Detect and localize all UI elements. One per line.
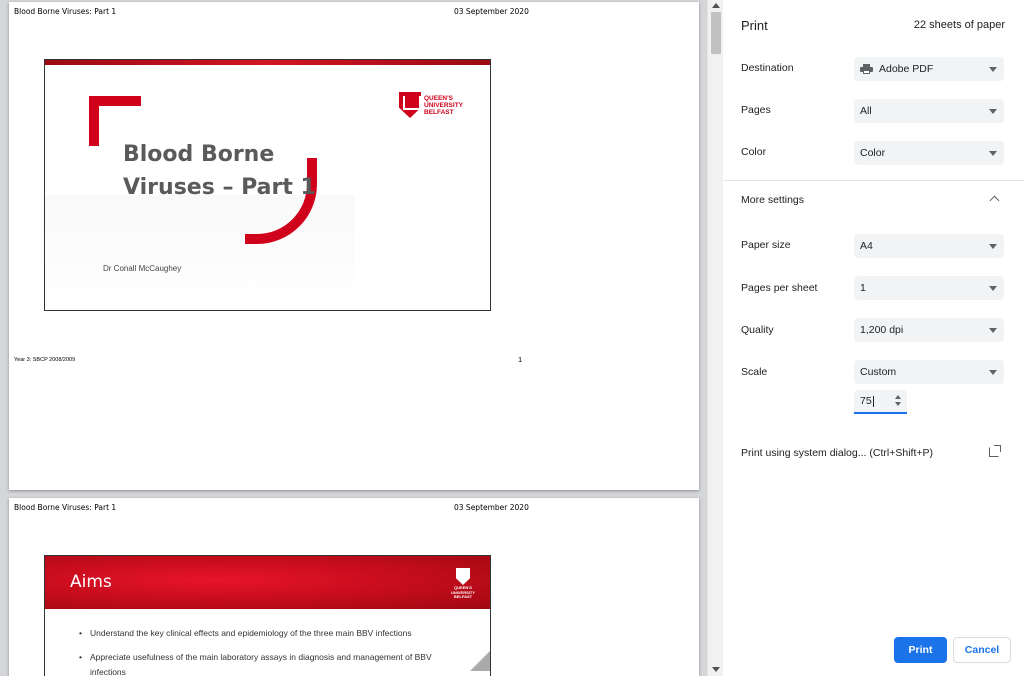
sheet-count: 22 sheets of paper xyxy=(913,19,1005,31)
panel-title: Print xyxy=(741,18,768,33)
scale-label: Scale xyxy=(741,366,768,378)
page-header-title: Blood Borne Viruses: Part 1 xyxy=(14,7,117,16)
slide-top-bar xyxy=(45,60,490,65)
logo-line-2: UNIVERSITY xyxy=(424,101,464,109)
slide-author: Dr Conall McCaughey xyxy=(103,264,182,273)
quality-value: 1,200 dpi xyxy=(860,324,904,336)
more-settings-toggle[interactable]: More settings xyxy=(741,194,804,206)
chevron-down-icon xyxy=(989,109,997,114)
destination-select[interactable]: Adobe PDF xyxy=(854,57,1004,81)
scroll-down-arrow-icon[interactable] xyxy=(712,667,720,672)
pages-value: All xyxy=(860,105,872,117)
chevron-down-icon xyxy=(989,151,997,156)
pages-per-sheet-label: Pages per sheet xyxy=(741,282,818,294)
slide-title: Blood Borne Viruses – Part 1 xyxy=(123,138,316,204)
scroll-thumb[interactable] xyxy=(711,12,721,54)
bullet-item: Understand the key clinical effects and … xyxy=(79,626,459,641)
scale-value: Custom xyxy=(860,366,897,378)
page-header-date: 03 September 2020 xyxy=(454,503,529,512)
chevron-down-icon xyxy=(989,328,997,333)
bullet-list: Understand the key clinical effects and … xyxy=(79,626,459,676)
logo-text: QUEEN'S UNIVERSITY BELFAST xyxy=(450,585,475,599)
paper-size-select[interactable]: A4 xyxy=(854,234,1004,258)
printer-icon xyxy=(860,64,873,74)
chevron-down-icon xyxy=(989,244,997,249)
page-header-title: Blood Borne Viruses: Part 1 xyxy=(14,503,117,512)
page-header-date: 03 September 2020 xyxy=(454,7,529,16)
paper-size-label: Paper size xyxy=(741,239,791,251)
page-footer-left: Year 3: SBCP 2008/2009 xyxy=(14,357,76,363)
destination-label: Destination xyxy=(741,62,794,74)
pages-per-sheet-value: 1 xyxy=(860,282,866,294)
cancel-button[interactable]: Cancel xyxy=(953,637,1011,663)
scale-percent-input[interactable]: 75 xyxy=(854,390,907,414)
print-preview: Blood Borne Viruses: Part 1 03 September… xyxy=(0,0,707,676)
slide-thumbnail-2: Aims QUEEN'S UNIVERSITY BELFAST Understa… xyxy=(44,555,491,676)
slide-title-line-2: Viruses – Part 1 xyxy=(123,175,316,200)
preview-scrollbar[interactable] xyxy=(707,0,723,676)
color-select[interactable]: Color xyxy=(854,141,1004,165)
preview-page-2: Blood Borne Viruses: Part 1 03 September… xyxy=(9,498,699,676)
destination-value: Adobe PDF xyxy=(879,63,934,75)
logo-line-3: BELFAST xyxy=(424,108,454,116)
print-settings-panel: Print 22 sheets of paper Destination Ado… xyxy=(723,0,1024,676)
pages-select[interactable]: All xyxy=(854,99,1004,123)
bullet-item: Appreciate usefulness of the main labora… xyxy=(79,650,459,676)
university-logo: QUEEN'S UNIVERSITY BELFAST xyxy=(449,568,477,600)
open-in-new-icon[interactable] xyxy=(989,445,1001,457)
scale-percent-value: 75 xyxy=(860,395,872,407)
color-value: Color xyxy=(860,147,886,159)
pages-per-sheet-select[interactable]: 1 xyxy=(854,276,1004,300)
color-label: Color xyxy=(741,146,767,158)
quality-label: Quality xyxy=(741,324,774,336)
slide-title: Aims xyxy=(70,572,112,592)
quality-select[interactable]: 1,200 dpi xyxy=(854,318,1004,342)
chevron-down-icon xyxy=(989,286,997,291)
scroll-up-arrow-icon[interactable] xyxy=(712,3,720,8)
slide-thumbnail-1: Blood Borne Viruses – Part 1 Dr Conall M… xyxy=(44,59,491,311)
slide-title-line-1: Blood Borne xyxy=(123,142,275,167)
chevron-down-icon xyxy=(989,370,997,375)
spinner-icon[interactable] xyxy=(895,395,901,406)
page-number: 1 xyxy=(518,355,523,364)
chevron-down-icon xyxy=(989,67,997,72)
crest-icon xyxy=(399,92,421,118)
preview-page-1: Blood Borne Viruses: Part 1 03 September… xyxy=(9,2,699,490)
system-dialog-link[interactable]: Print using system dialog... (Ctrl+Shift… xyxy=(741,447,933,459)
university-logo: QUEEN'S UNIVERSITY BELFAST xyxy=(399,92,463,118)
text-cursor xyxy=(872,395,874,407)
chevron-up-icon[interactable] xyxy=(989,195,1000,206)
print-button[interactable]: Print xyxy=(894,637,947,663)
corner-decoration xyxy=(470,651,490,671)
section-divider xyxy=(723,180,1024,181)
paper-size-value: A4 xyxy=(860,240,873,252)
pages-label: Pages xyxy=(741,104,771,116)
scale-select[interactable]: Custom xyxy=(854,360,1004,384)
crest-icon xyxy=(456,568,470,585)
logo-line-1: QUEEN'S xyxy=(424,94,453,102)
